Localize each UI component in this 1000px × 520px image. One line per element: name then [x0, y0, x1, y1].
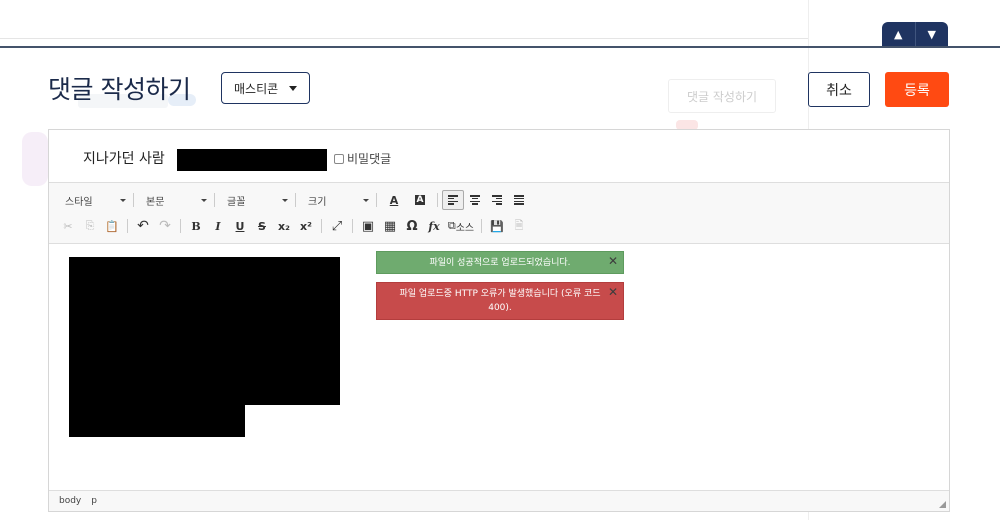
cut-icon[interactable]: ✂ — [57, 216, 79, 236]
source-icon: ⧉ — [447, 219, 456, 232]
close-icon[interactable]: ✕ — [608, 254, 618, 268]
text-color-icon[interactable]: A — [381, 190, 407, 210]
source-label: 소스 — [455, 222, 475, 234]
emoticon-dropdown-label: 매스티콘 — [234, 81, 279, 96]
superscript-icon[interactable]: x² — [295, 216, 317, 236]
size-combo-label: 크기 — [308, 196, 327, 208]
background-faint-avatar — [22, 132, 48, 186]
formula-icon[interactable]: fx — [423, 216, 445, 236]
image-icon[interactable]: ▣ — [357, 216, 379, 236]
scroll-up-button[interactable]: ▲ — [882, 22, 915, 46]
path-element-p[interactable]: p — [91, 496, 97, 506]
align-justify-icon[interactable] — [508, 190, 530, 210]
dropdown-arrow-icon — [201, 199, 207, 202]
modal-top-border — [0, 46, 1000, 48]
close-icon[interactable]: ✕ — [608, 285, 618, 299]
emoticon-dropdown[interactable]: 매스티콘 — [221, 72, 310, 104]
source-button[interactable]: ⧉ 소스 — [445, 216, 477, 236]
editor-toolbar: 스타일 본문 글꼴 크기 A A ✂ ⎘ 📋 ↶ ↷ B I U S x₂ x²… — [49, 182, 949, 244]
subscript-icon[interactable]: x₂ — [273, 216, 295, 236]
scroll-down-button[interactable]: ▼ — [914, 22, 949, 46]
submit-button[interactable]: 등록 — [885, 72, 949, 107]
redo-icon[interactable]: ↷ — [154, 216, 176, 236]
background-divider — [0, 38, 808, 39]
author-name: 지나가던 사람 — [83, 151, 165, 167]
toolbar-separator — [437, 193, 438, 207]
scroll-nav: ▲ ▼ — [882, 22, 948, 46]
align-right-icon[interactable] — [486, 190, 508, 210]
style-combo[interactable]: 스타일 — [57, 190, 129, 210]
strikethrough-icon[interactable]: S — [251, 216, 273, 236]
toolbar-separator — [352, 219, 353, 233]
background-color-glyph: A — [414, 195, 426, 205]
toolbar-separator — [376, 193, 377, 207]
special-char-icon[interactable]: Ω — [401, 216, 423, 236]
paste-icon[interactable]: 📋 — [101, 216, 123, 236]
dropdown-arrow-icon — [120, 199, 126, 202]
editor-status-bar: body p — [49, 490, 949, 511]
background-color-icon[interactable]: A — [407, 190, 433, 210]
secret-label: 비밀댓글 — [347, 152, 392, 166]
toolbar-row-1: 스타일 본문 글꼴 크기 A A — [57, 189, 530, 211]
align-left-icon[interactable] — [442, 190, 464, 210]
toolbar-separator — [321, 219, 322, 233]
toolbar-separator — [133, 193, 134, 207]
secret-comment-toggle[interactable]: 비밀댓글 — [334, 150, 391, 167]
upload-error-text: 파일 업로드중 HTTP 오류가 발생했습니다 (오류 코드 400). — [399, 289, 601, 313]
size-combo[interactable]: 크기 — [300, 190, 372, 210]
toolbar-separator — [481, 219, 482, 233]
format-combo-label: 본문 — [146, 196, 165, 208]
toolbar-separator — [127, 219, 128, 233]
preview-icon[interactable]: 🗎 — [508, 216, 530, 236]
upload-success-notification: 파일이 성공적으로 업로드되었습니다. ✕ — [376, 251, 624, 274]
author-row: 지나가던 사람 비밀댓글 — [49, 130, 949, 182]
cancel-button[interactable]: 취소 — [808, 72, 870, 107]
save-icon[interactable]: 💾 — [486, 216, 508, 236]
align-center-icon[interactable] — [464, 190, 486, 210]
undo-icon[interactable]: ↶ — [132, 216, 154, 236]
resize-handle[interactable] — [939, 501, 946, 508]
toolbar-separator — [214, 193, 215, 207]
dropdown-arrow-icon — [363, 199, 369, 202]
upload-error-notification: 파일 업로드중 HTTP 오류가 발생했습니다 (오류 코드 400). ✕ — [376, 282, 624, 320]
upload-success-text: 파일이 성공적으로 업로드되었습니다. — [429, 258, 571, 268]
caret-down-icon — [289, 86, 297, 91]
italic-icon[interactable]: I — [207, 216, 229, 236]
table-icon[interactable]: ▦ — [379, 216, 401, 236]
format-combo[interactable]: 본문 — [138, 190, 210, 210]
toolbar-separator — [180, 219, 181, 233]
background-write-comment-button: 댓글 작성하기 — [668, 79, 776, 113]
page-title: 댓글 작성하기 — [48, 75, 191, 104]
redacted-image-caption — [69, 404, 245, 437]
dropdown-arrow-icon — [282, 199, 288, 202]
toolbar-separator — [295, 193, 296, 207]
underline-icon[interactable]: U — [229, 216, 251, 236]
style-combo-label: 스타일 — [65, 196, 93, 208]
font-combo[interactable]: 글꼴 — [219, 190, 291, 210]
editor-content-area[interactable]: 파일이 성공적으로 업로드되었습니다. ✕ 파일 업로드중 HTTP 오류가 발… — [49, 244, 949, 490]
maximize-icon[interactable]: ⤢ — [326, 216, 348, 236]
redacted-block — [177, 149, 327, 171]
font-combo-label: 글꼴 — [227, 196, 246, 208]
secret-checkbox[interactable] — [334, 153, 344, 164]
path-element-body[interactable]: body — [59, 496, 81, 506]
copy-icon[interactable]: ⎘ — [79, 216, 101, 236]
toolbar-row-2: ✂ ⎘ 📋 ↶ ↷ B I U S x₂ x² ⤢ ▣ ▦ Ω fx ⧉ 소스 💾 — [57, 215, 530, 237]
comment-editor: 지나가던 사람 비밀댓글 스타일 본문 글꼴 크기 A A ✂ ⎘ 📋 ↶ ↷ … — [48, 129, 950, 512]
bold-icon[interactable]: B — [185, 216, 207, 236]
redacted-image — [69, 257, 340, 405]
